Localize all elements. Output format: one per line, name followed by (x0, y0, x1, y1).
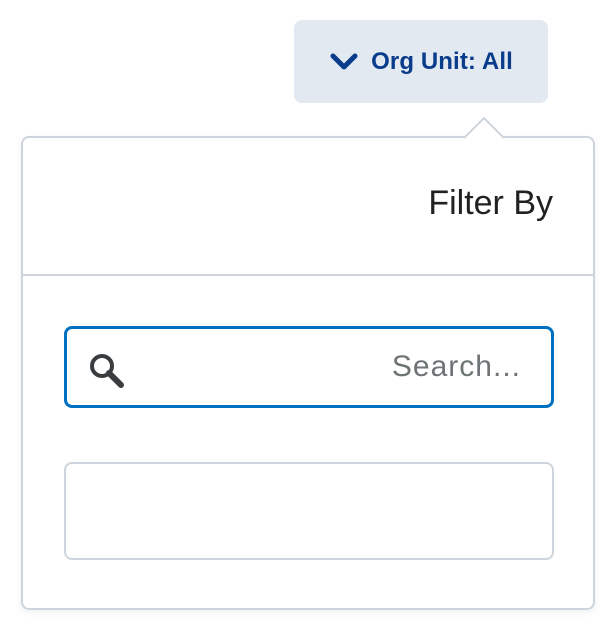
filter-dropdown: Filter By (21, 136, 595, 610)
dropdown-title: Filter By (428, 184, 553, 222)
org-unit-options-list[interactable] (64, 462, 554, 560)
org-unit-filter: Org Unit: All Filter By (0, 0, 616, 632)
dropdown-header: Filter By (23, 138, 593, 276)
search-input[interactable] (147, 329, 521, 405)
search-field[interactable] (64, 326, 554, 408)
org-unit-filter-button[interactable]: Org Unit: All (294, 20, 548, 103)
org-unit-filter-label: Org Unit: All (371, 47, 513, 75)
chevron-down-icon (330, 53, 358, 69)
search-icon (90, 354, 124, 388)
dropdown-pointer (463, 117, 505, 139)
